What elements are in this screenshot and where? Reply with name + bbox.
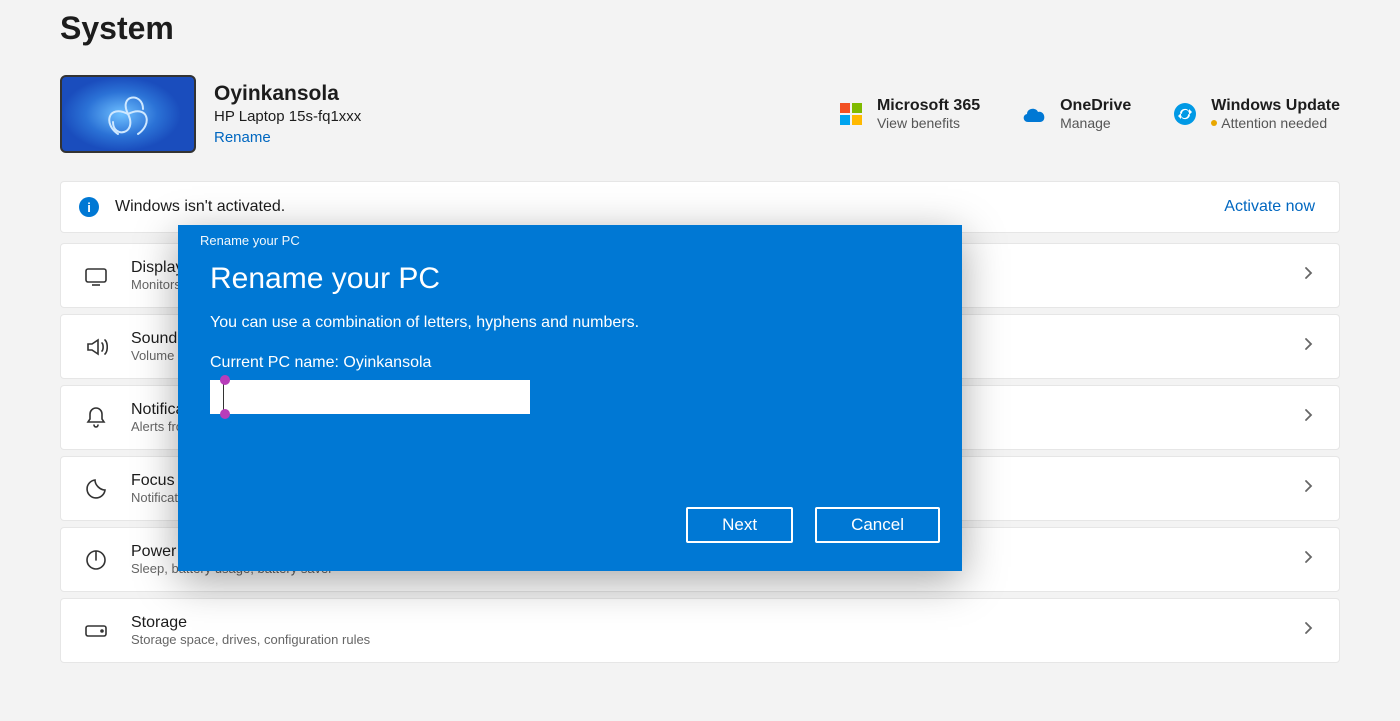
- next-button[interactable]: Next: [686, 507, 793, 543]
- windows-update-sub: Attention needed: [1221, 115, 1327, 131]
- dialog-description: You can use a combination of letters, hy…: [210, 314, 940, 332]
- chevron-right-icon: [1301, 337, 1315, 356]
- cloud-icon: [1020, 100, 1048, 128]
- pc-name-input[interactable]: [210, 380, 530, 414]
- selection-handle-icon: [220, 409, 230, 419]
- microsoft-logo-icon: [837, 100, 865, 128]
- pc-name: Oyinkansola: [214, 82, 361, 106]
- chevron-right-icon: [1301, 408, 1315, 427]
- windows-update-card[interactable]: Windows Update Attention needed: [1171, 97, 1340, 131]
- text-cursor: [223, 384, 224, 410]
- header-row: Oyinkansola HP Laptop 15s-fq1xxx Rename …: [60, 75, 1340, 153]
- ms365-title: Microsoft 365: [877, 97, 980, 115]
- info-icon: i: [79, 197, 99, 217]
- dialog-current-name: Current PC name: Oyinkansola: [210, 354, 940, 372]
- onedrive-sub: Manage: [1060, 115, 1131, 131]
- ms365-card[interactable]: Microsoft 365 View benefits: [837, 97, 980, 131]
- rename-pc-dialog: Rename your PC Rename your PC You can us…: [178, 225, 962, 571]
- focus-icon: [83, 476, 109, 502]
- cancel-button[interactable]: Cancel: [815, 507, 940, 543]
- display-icon: [83, 263, 109, 289]
- sound-icon: [83, 334, 109, 360]
- page-title: System: [60, 10, 1340, 47]
- setting-title: Storage: [131, 614, 370, 632]
- setting-subtitle: Storage space, drives, configuration rul…: [131, 632, 370, 647]
- onedrive-card[interactable]: OneDrive Manage: [1020, 97, 1131, 131]
- setting-row-storage[interactable]: StorageStorage space, drives, configurat…: [60, 598, 1340, 663]
- notifications-icon: [83, 405, 109, 431]
- pc-model: HP Laptop 15s-fq1xxx: [214, 108, 361, 125]
- dialog-window-title: Rename your PC: [200, 233, 940, 248]
- sync-icon: [1171, 100, 1199, 128]
- dialog-heading: Rename your PC: [210, 262, 940, 296]
- windows-update-title: Windows Update: [1211, 97, 1340, 115]
- onedrive-title: OneDrive: [1060, 97, 1131, 115]
- storage-icon: [83, 618, 109, 644]
- selection-handle-icon: [220, 375, 230, 385]
- chevron-right-icon: [1301, 266, 1315, 285]
- attention-dot-icon: [1211, 120, 1217, 126]
- ms365-sub: View benefits: [877, 115, 980, 131]
- pc-thumbnail: [60, 75, 196, 153]
- chevron-right-icon: [1301, 621, 1315, 640]
- activation-text: Windows isn't activated.: [115, 198, 285, 216]
- rename-link[interactable]: Rename: [214, 129, 361, 146]
- chevron-right-icon: [1301, 550, 1315, 569]
- activate-now-link[interactable]: Activate now: [1224, 198, 1315, 216]
- chevron-right-icon: [1301, 479, 1315, 498]
- power-icon: [83, 547, 109, 573]
